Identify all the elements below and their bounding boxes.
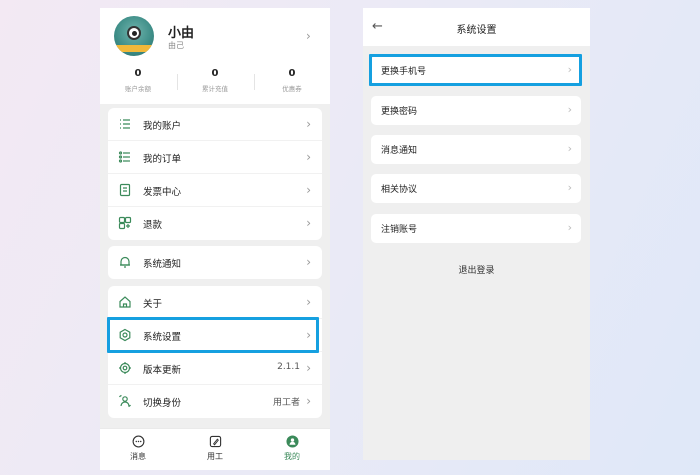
update-gear-icon [119,362,131,374]
settings-item-agreements[interactable]: 相关协议 › [371,174,581,203]
chevron-right-icon: › [567,142,572,155]
user-subname: 由己 [168,41,184,50]
menu-item-about[interactable]: 关于 › [108,286,322,319]
identity-value: 用工者 [272,398,300,408]
menu-item-refund[interactable]: 退款 › [108,207,322,240]
tab-work[interactable]: 用工 [177,435,253,462]
recharge-label: 累计充值 [202,85,228,93]
chevron-right-icon: › [306,29,311,43]
menu-item-label: 关于 [143,299,163,310]
notification-menu-group: 系统通知 › [108,246,322,279]
menu-item-my-orders[interactable]: 我的订单 › [108,141,322,174]
coupon-value: 0 [288,68,296,79]
avatar[interactable] [114,16,154,56]
chevron-right-icon: › [306,361,311,375]
account-menu-group: 我的账户 › 我的订单 › 发票中心 › 退款 › [108,108,322,240]
profile-card[interactable]: 小由 由己 › 0 账户余额 0 累计充值 0 优惠券 [100,8,330,104]
menu-item-my-account[interactable]: 我的账户 › [108,108,322,141]
tab-label: 我的 [284,452,300,461]
tab-label: 用工 [207,452,223,461]
menu-item-label: 切换身份 [143,398,182,409]
page-title: 系统设置 [456,25,497,36]
menu-item-system-notice[interactable]: 系统通知 › [108,246,322,279]
bottom-nav: 消息 用工 我的 [100,428,330,470]
version-value: 2.1.1 [277,362,300,372]
coupon-label: 优惠券 [282,85,302,93]
menu-item-label: 发票中心 [143,187,182,198]
highlight-box-system-settings [107,317,319,353]
balance-value: 0 [134,68,142,79]
chevron-right-icon: › [306,295,311,309]
list-icon [120,119,130,129]
settings-item-change-password[interactable]: 更换密码 › [371,96,581,125]
chevron-right-icon: › [567,221,572,234]
menu-item-label: 退款 [143,220,163,231]
menu-item-switch-identity[interactable]: 切换身份 用工者 › [108,385,322,418]
refund-icon [118,216,132,230]
menu-item-label: 我的订单 [143,154,182,165]
balance-stat[interactable]: 0 账户余额 [100,68,176,93]
coupon-stat[interactable]: 0 优惠券 [254,68,330,93]
tab-label: 消息 [130,452,146,461]
chevron-right-icon: › [306,183,311,197]
settings-item-label: 更换密码 [381,107,418,117]
highlight-box-change-phone [369,54,582,86]
work-icon [209,435,221,448]
user-name: 小由 [168,26,195,41]
settings-item-cancel-account[interactable]: 注销账号 › [371,214,581,243]
recharge-stat[interactable]: 0 累计充值 [177,68,253,93]
chevron-right-icon: › [306,150,311,164]
menu-item-label: 我的账户 [143,121,182,132]
profile-icon [285,435,299,448]
my-page-screen: 小由 由己 › 0 账户余额 0 累计充值 0 优惠券 我的账户 › 我的订单 … [100,8,330,470]
chevron-right-icon: › [306,216,311,230]
recharge-value: 0 [211,68,219,79]
message-icon [132,435,144,448]
tab-mine[interactable]: 我的 [254,435,330,462]
menu-item-label: 系统通知 [143,259,182,270]
settings-item-label: 消息通知 [381,146,418,156]
settings-item-message-notice[interactable]: 消息通知 › [371,135,581,164]
settings-item-label: 注销账号 [381,225,418,235]
invoice-icon [119,183,131,197]
chevron-right-icon: › [567,103,572,116]
menu-item-label: 版本更新 [143,365,182,376]
order-list-icon [118,151,130,163]
chevron-right-icon: › [306,117,311,131]
menu-item-invoice-center[interactable]: 发票中心 › [108,174,322,207]
switch-user-icon [118,394,132,408]
home-icon [119,296,131,308]
tab-messages[interactable]: 消息 [100,435,176,462]
balance-label: 账户余额 [125,85,151,93]
settings-item-label: 相关协议 [381,185,418,195]
logout-button[interactable]: 退出登录 [363,263,590,276]
chevron-right-icon: › [306,394,311,408]
menu-item-version-update[interactable]: 版本更新 2.1.1 › [108,352,322,385]
chevron-right-icon: › [567,181,572,194]
chevron-right-icon: › [306,255,311,269]
bell-icon [120,256,130,268]
settings-header: ← 系统设置 [363,8,590,46]
